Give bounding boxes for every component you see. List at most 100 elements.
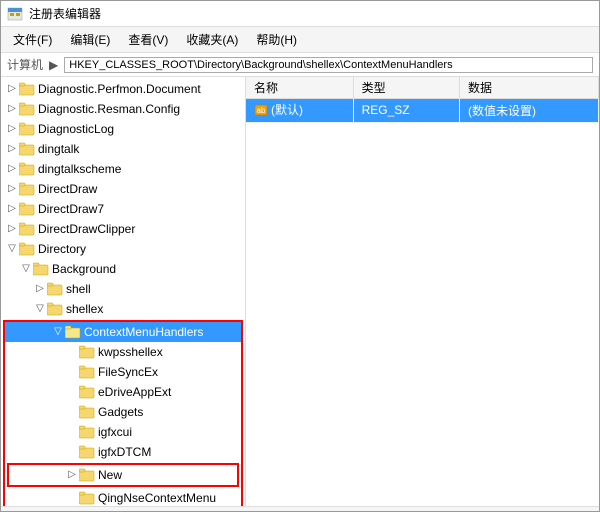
toggle-directdraw[interactable]: ▷ <box>5 180 19 198</box>
menu-favorites[interactable]: 收藏夹(A) <box>178 29 246 50</box>
label-background: Background <box>52 260 116 278</box>
folder-icon-diaglog <box>19 122 35 136</box>
tree-item-dingtalkscheme[interactable]: ▷ dingtalkscheme <box>1 159 245 179</box>
tree-item-filesyncex[interactable]: FileSyncEx <box>5 362 241 382</box>
toggle-contextmenu[interactable]: ▽ <box>51 323 65 341</box>
tree-item-background[interactable]: ▽ Background <box>1 259 245 279</box>
label-gadgets: Gadgets <box>98 403 143 421</box>
table-row[interactable]: ab (默认) REG_SZ (数值未设置) <box>246 99 599 123</box>
label-shellex: shellex <box>66 300 103 318</box>
tree-item-directory[interactable]: ▽ Directory <box>1 239 245 259</box>
tree-item-new[interactable]: ▷ New <box>9 465 237 485</box>
col-data: 数据 <box>459 77 598 99</box>
label-diaglog: DiagnosticLog <box>38 120 114 138</box>
label-diag-resman: Diagnostic.Resman.Config <box>38 100 180 118</box>
tree-item-dingtalk[interactable]: ▷ dingtalk <box>1 139 245 159</box>
new-highlight: ▷ New <box>7 463 239 487</box>
label-filesyncex: FileSyncEx <box>98 363 158 381</box>
value-icon: ab <box>254 103 268 117</box>
folder-icon-filesyncex <box>79 365 95 379</box>
tree-item-shell[interactable]: ▷ shell <box>1 279 245 299</box>
folder-icon-directdraw7 <box>19 202 35 216</box>
tree-item-directdrawclipper[interactable]: ▷ DirectDrawClipper <box>1 219 245 239</box>
value-table: 名称 类型 数据 ab (默认) <box>246 77 599 123</box>
regedit-window: 注册表编辑器 文件(F) 编辑(E) 查看(V) 收藏夹(A) 帮助(H) 计算… <box>0 0 600 512</box>
tree-item-contextmenu[interactable]: ▽ ContextMenuHandlers <box>5 322 241 342</box>
toggle-shell[interactable]: ▷ <box>33 280 47 298</box>
menu-bar: 文件(F) 编辑(E) 查看(V) 收藏夹(A) 帮助(H) <box>1 27 599 53</box>
toggle-new[interactable]: ▷ <box>65 466 79 484</box>
label-directdraw: DirectDraw <box>38 180 97 198</box>
toggle-shellex[interactable]: ▽ <box>33 300 47 318</box>
tree-item-kwpsshellex[interactable]: kwpsshellex <box>5 342 241 362</box>
value-name: ab (默认) <box>246 99 353 123</box>
folder-icon-dingtalkscheme <box>19 162 35 176</box>
label-diag-perf: Diagnostic.Perfmon.Document <box>38 80 201 98</box>
toggle-directdrawclipper[interactable]: ▷ <box>5 220 19 238</box>
tree-item-qingnse[interactable]: QingNseContextMenu <box>5 488 241 506</box>
folder-icon-qingnse <box>79 491 95 505</box>
menu-edit[interactable]: 编辑(E) <box>62 29 118 50</box>
label-directory: Directory <box>38 240 86 258</box>
status-bar <box>1 506 599 511</box>
folder-icon-directdraw <box>19 182 35 196</box>
folder-icon-directdrawclipper <box>19 222 35 236</box>
label-edriveappext: eDriveAppExt <box>98 383 171 401</box>
label-kwpsshellex: kwpsshellex <box>98 343 163 361</box>
tree-item-gadgets[interactable]: Gadgets <box>5 402 241 422</box>
folder-icon-contextmenu <box>65 325 81 339</box>
tree-item-igfxdtcm[interactable]: igfxDTCM <box>5 442 241 462</box>
tree-item-diag-perf[interactable]: ▷ Diagnostic.Perfmon.Document <box>1 79 245 99</box>
folder-icon-new <box>79 468 95 482</box>
toggle-directdraw7[interactable]: ▷ <box>5 200 19 218</box>
col-name: 名称 <box>246 77 353 99</box>
toggle-diag-resman[interactable]: ▷ <box>5 100 19 118</box>
value-pane: 名称 类型 数据 ab (默认) <box>246 77 599 506</box>
label-dingtalk: dingtalk <box>38 140 79 158</box>
menu-file[interactable]: 文件(F) <box>5 29 60 50</box>
address-label: 计算机 <box>7 56 43 73</box>
regedit-icon <box>7 6 23 22</box>
tree-item-igfxcui[interactable]: igfxcui <box>5 422 241 442</box>
label-qingnse: QingNseContextMenu <box>98 489 216 506</box>
title-bar: 注册表编辑器 <box>1 1 599 27</box>
tree-item-shellex[interactable]: ▽ shellex <box>1 299 245 319</box>
menu-view[interactable]: 查看(V) <box>120 29 176 50</box>
address-bar: 计算机 ▶ <box>1 53 599 77</box>
address-input[interactable] <box>64 57 593 73</box>
label-igfxcui: igfxcui <box>98 423 132 441</box>
folder-icon-diag-perf <box>19 82 35 96</box>
toggle-dingtalkscheme[interactable]: ▷ <box>5 160 19 178</box>
label-directdrawclipper: DirectDrawClipper <box>38 220 135 238</box>
window-title: 注册表编辑器 <box>29 5 101 22</box>
tree-pane[interactable]: ▷ Diagnostic.Perfmon.Document ▷ Diagnost… <box>1 77 246 506</box>
toggle-diag-perf[interactable]: ▷ <box>5 80 19 98</box>
value-data: (数值未设置) <box>459 99 598 123</box>
tree-item-directdraw[interactable]: ▷ DirectDraw <box>1 179 245 199</box>
folder-icon-edriveappext <box>79 385 95 399</box>
value-name-text: (默认) <box>271 101 303 118</box>
tree-pane-inner: ▷ Diagnostic.Perfmon.Document ▷ Diagnost… <box>1 79 245 506</box>
tree-item-diaglog[interactable]: ▷ DiagnosticLog <box>1 119 245 139</box>
svg-text:ab: ab <box>257 106 266 115</box>
label-contextmenu: ContextMenuHandlers <box>84 323 203 341</box>
tree-item-diag-resman[interactable]: ▷ Diagnostic.Resman.Config <box>1 99 245 119</box>
folder-icon-gadgets <box>79 405 95 419</box>
menu-help[interactable]: 帮助(H) <box>248 29 305 50</box>
main-area: ▷ Diagnostic.Perfmon.Document ▷ Diagnost… <box>1 77 599 506</box>
folder-icon-diag-resman <box>19 102 35 116</box>
tree-item-edriveappext[interactable]: eDriveAppExt <box>5 382 241 402</box>
folder-icon-directory <box>19 242 35 256</box>
tree-item-directdraw7[interactable]: ▷ DirectDraw7 <box>1 199 245 219</box>
label-directdraw7: DirectDraw7 <box>38 200 104 218</box>
toggle-diaglog[interactable]: ▷ <box>5 120 19 138</box>
col-type: 类型 <box>353 77 459 99</box>
toggle-background[interactable]: ▽ <box>19 260 33 278</box>
folder-icon-background <box>33 262 49 276</box>
folder-icon-kwpsshellex <box>79 345 95 359</box>
toggle-directory[interactable]: ▽ <box>5 240 19 258</box>
label-shell: shell <box>66 280 91 298</box>
label-dingtalkscheme: dingtalkscheme <box>38 160 121 178</box>
toggle-dingtalk[interactable]: ▷ <box>5 140 19 158</box>
folder-icon-igfxdtcm <box>79 445 95 459</box>
